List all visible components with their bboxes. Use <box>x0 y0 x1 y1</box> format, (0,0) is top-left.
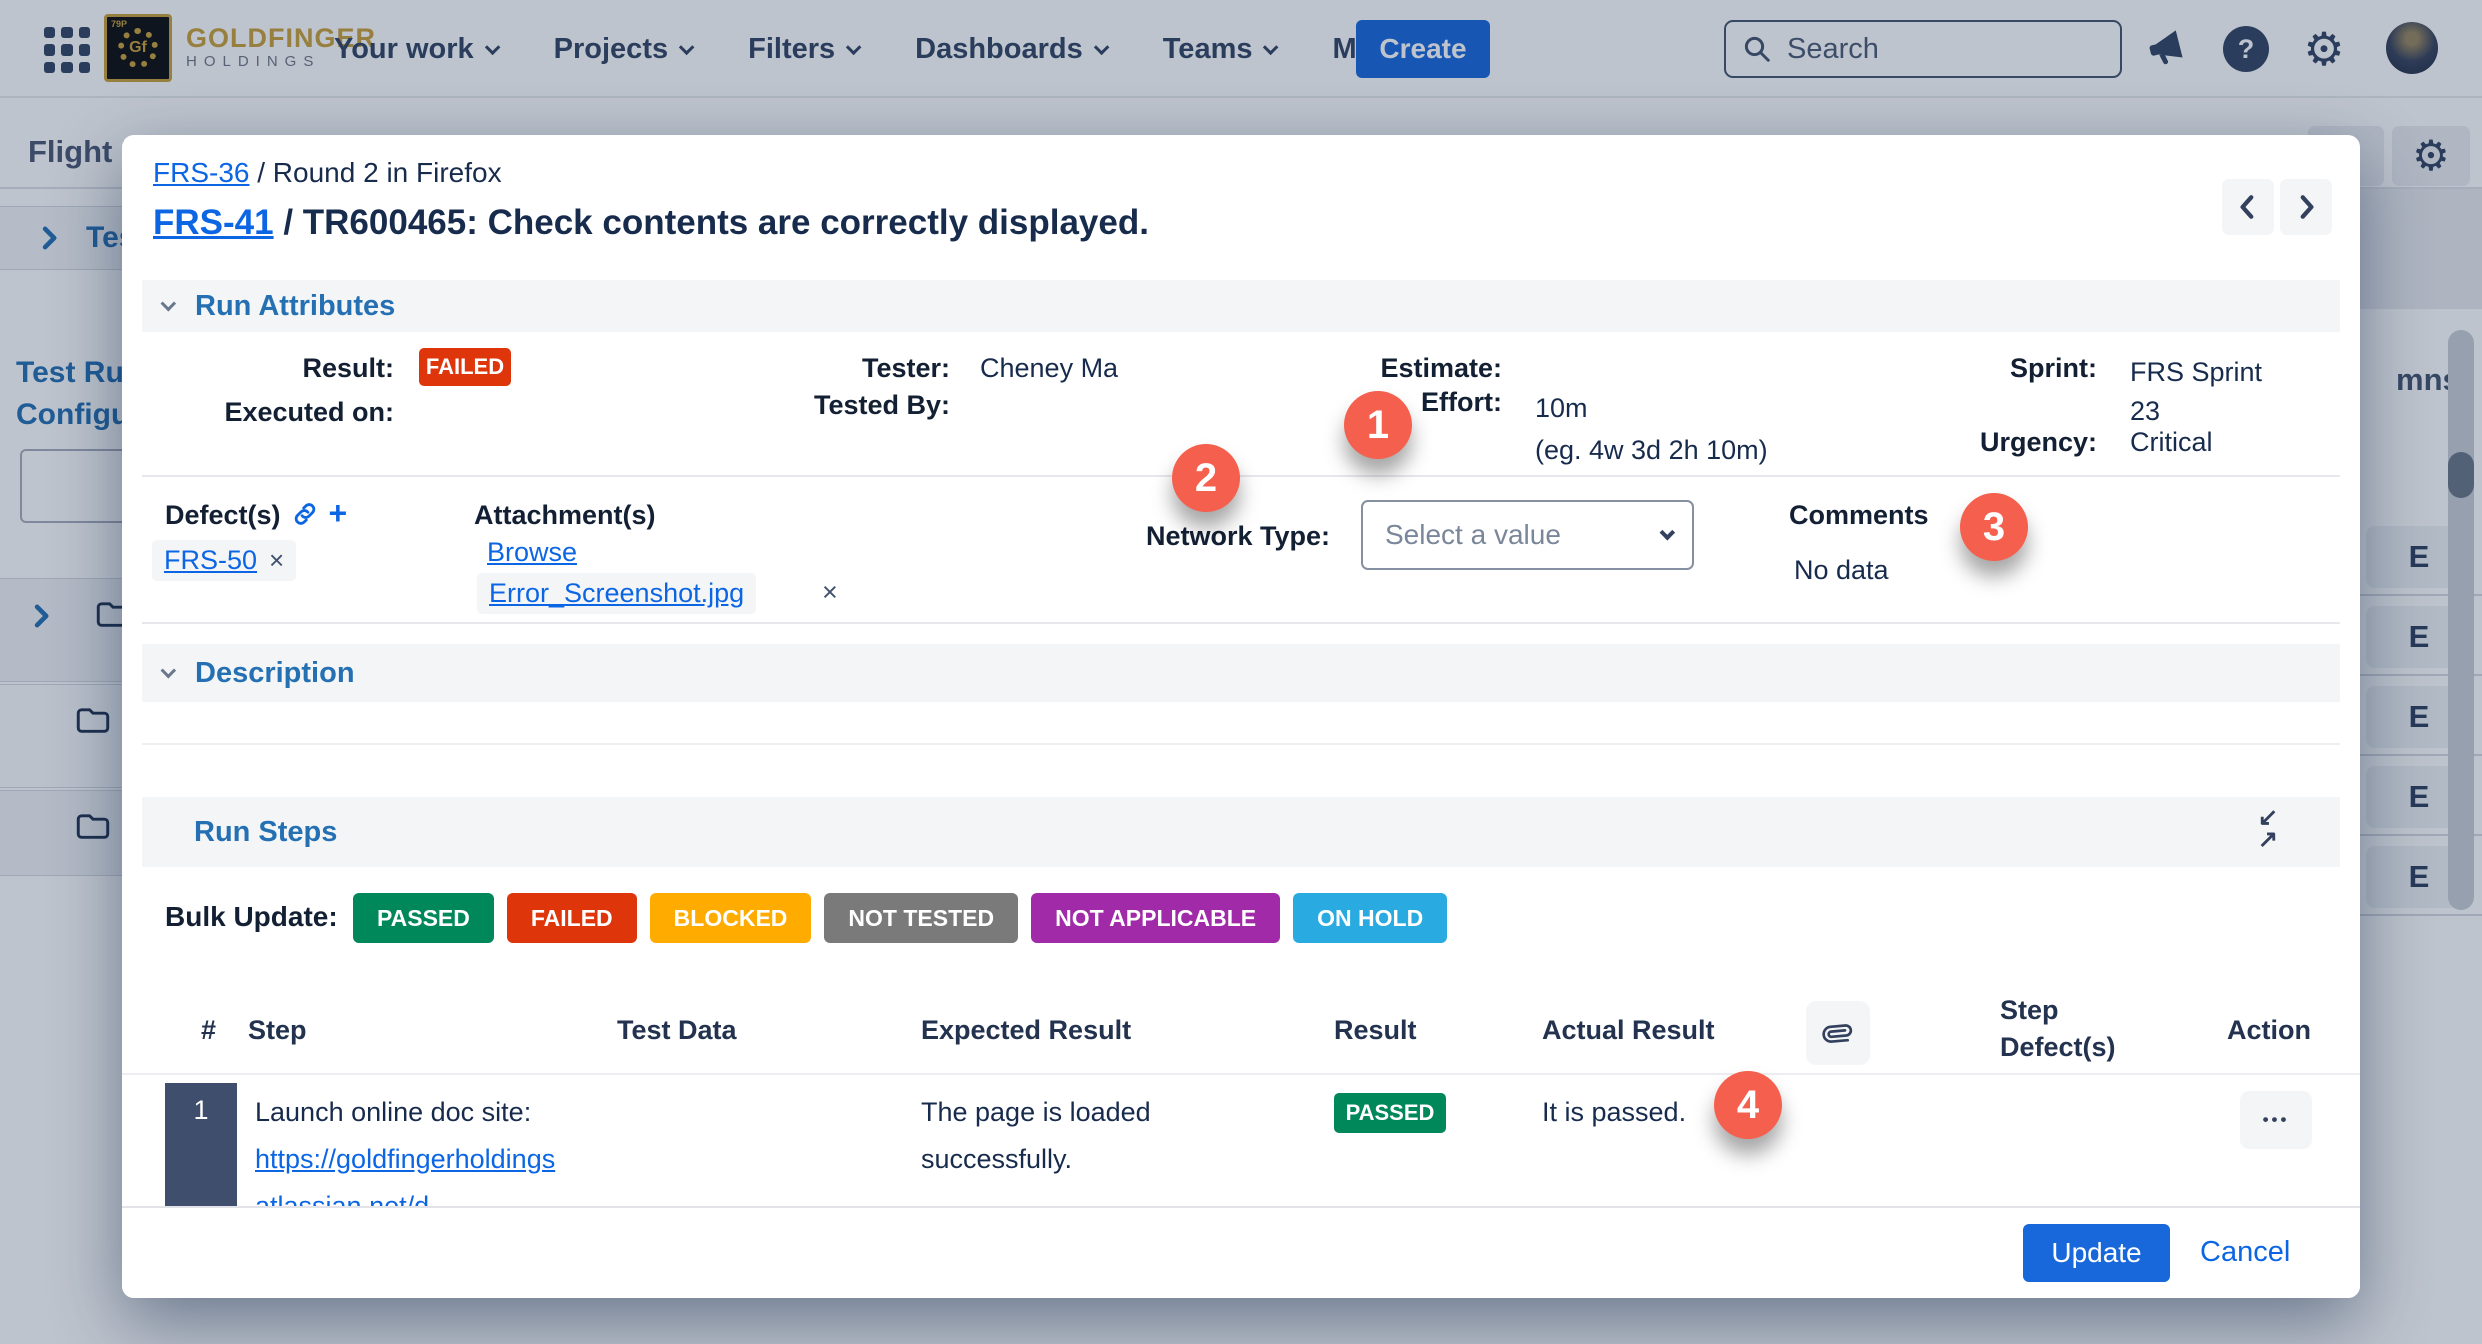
effort-value[interactable]: 10m <box>1535 393 1588 424</box>
tester-value: Cheney Ma <box>980 353 1118 384</box>
section-run-attributes[interactable]: Run Attributes <box>142 280 2340 332</box>
defects-label: Defect(s)+ <box>165 500 495 531</box>
add-defect-icon[interactable]: + <box>329 495 348 531</box>
sprint-value: FRS Sprint 23 <box>2130 353 2290 431</box>
urgency-value: Critical <box>2130 427 2213 458</box>
bulk-failed-button[interactable]: FAILED <box>507 893 637 943</box>
annotation-callout-1: 1 <box>1344 391 1412 459</box>
step-result-badge[interactable]: PASSED <box>1334 1093 1446 1133</box>
annotation-callout-3: 3 <box>1960 493 2028 561</box>
paperclip-icon <box>1814 1009 1862 1057</box>
col-header-result: Result <box>1334 1015 1417 1046</box>
cancel-button[interactable]: Cancel <box>2200 1236 2290 1269</box>
run-steps-table-body: 1 Launch online doc site: https://goldfi… <box>122 1073 2360 1206</box>
executed-on-label: Executed on: <box>144 397 394 428</box>
result-label: Result: <box>194 353 394 384</box>
bulk-on-hold-button[interactable]: ON HOLD <box>1293 893 1447 943</box>
step-url-link-clipped[interactable]: atlassian.net/d <box>255 1191 429 1206</box>
col-header-step-defects: Step Defect(s) <box>2000 992 2140 1066</box>
bulk-passed-button[interactable]: PASSED <box>353 893 494 943</box>
remove-defect-icon[interactable]: × <box>269 545 284 576</box>
test-run-modal: FRS-36 / Round 2 in Firefox FRS-41 / TR6… <box>122 135 2360 1298</box>
result-status-badge: FAILED <box>419 348 511 386</box>
section-description[interactable]: Description <box>142 644 2340 702</box>
bulk-blocked-button[interactable]: BLOCKED <box>650 893 812 943</box>
divider <box>142 743 2340 745</box>
col-header-expected: Expected Result <box>921 1015 1131 1046</box>
run-key-link[interactable]: FRS-36 <box>153 157 249 188</box>
select-placeholder: Select a value <box>1385 519 1561 551</box>
divider <box>142 475 2340 477</box>
step-url-link[interactable]: https://goldfingerholdings <box>255 1144 555 1174</box>
annotation-callout-4: 4 <box>1714 1071 1782 1139</box>
col-header-action: Action <box>2227 1015 2311 1046</box>
actual-result-cell[interactable]: It is passed. <box>1542 1089 1686 1136</box>
bulk-update-label: Bulk Update: <box>165 901 338 933</box>
link-defect-icon[interactable] <box>291 500 319 528</box>
tester-label: Tester: <box>750 353 950 384</box>
bulk-update-buttons: PASSED FAILED BLOCKED NOT TESTED NOT APP… <box>353 893 1447 943</box>
update-button[interactable]: Update <box>2023 1224 2170 1282</box>
previous-run-button[interactable] <box>2222 179 2274 235</box>
screen: 79P Gf GOLDFINGER HOLDINGS Your work Pro… <box>0 0 2482 1344</box>
attachments-label: Attachment(s) <box>474 500 774 531</box>
remove-attachment-icon[interactable]: × <box>822 577 838 608</box>
bulk-not-tested-button[interactable]: NOT TESTED <box>824 893 1018 943</box>
col-header-num: # <box>201 1015 216 1046</box>
bulk-not-applicable-button[interactable]: NOT APPLICABLE <box>1031 893 1280 943</box>
step-number-cell[interactable]: 1 <box>165 1083 237 1206</box>
section-run-steps: Run Steps ↙↗ <box>142 797 2340 867</box>
chevron-down-icon <box>1660 524 1676 540</box>
step-actions-menu-button[interactable]: ••• <box>2240 1091 2312 1149</box>
attachment-chip: Error_Screenshot.jpg <box>477 573 756 614</box>
attachments-column-button[interactable] <box>1806 1001 1870 1065</box>
col-header-actual: Actual Result <box>1542 1015 1715 1046</box>
attachment-link[interactable]: Error_Screenshot.jpg <box>489 578 744 609</box>
next-run-button[interactable] <box>2280 179 2332 235</box>
chevron-down-icon <box>161 295 177 311</box>
defect-link[interactable]: FRS-50 <box>164 545 257 576</box>
chevron-down-icon <box>161 662 177 678</box>
divider <box>142 622 2340 624</box>
chevron-right-icon <box>2295 193 2317 221</box>
breadcrumb: FRS-36 / Round 2 in Firefox <box>153 157 502 189</box>
urgency-label: Urgency: <box>1897 427 2097 458</box>
expected-result-cell[interactable]: The page is loaded successfully. <box>921 1089 1201 1183</box>
network-type-label: Network Type: <box>1100 521 1330 552</box>
case-key-link[interactable]: FRS-41 <box>153 203 274 242</box>
modal-footer: Update Cancel <box>122 1206 2360 1298</box>
browse-link[interactable]: Browse <box>487 537 577 568</box>
col-header-step: Step <box>248 1015 307 1046</box>
annotation-callout-2: 2 <box>1172 444 1240 512</box>
effort-hint: (eg. 4w 3d 2h 10m) <box>1535 435 1768 466</box>
col-header-test-data: Test Data <box>617 1015 737 1046</box>
defect-chip: FRS-50 × <box>152 540 296 581</box>
chevron-left-icon <box>2237 193 2259 221</box>
comments-empty-text: No data <box>1794 555 1889 586</box>
tested-by-label: Tested By: <box>750 390 950 421</box>
page-title: FRS-41 / TR600465: Check contents are co… <box>153 203 1149 243</box>
estimate-label: Estimate: <box>1302 353 1502 384</box>
step-description-cell[interactable]: Launch online doc site: https://goldfing… <box>255 1089 585 1206</box>
collapse-icon[interactable]: ↙↗ <box>2258 807 2278 851</box>
network-type-select[interactable]: Select a value <box>1361 500 1694 570</box>
sprint-label: Sprint: <box>1897 353 2097 384</box>
